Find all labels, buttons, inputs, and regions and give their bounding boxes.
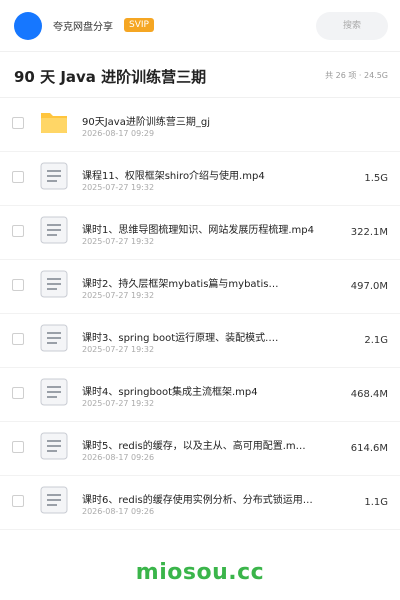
video-file-icon [40,378,68,406]
file-name: 课时3、spring boot运行原理、装配模式.… [82,333,279,344]
row-checkbox[interactable] [12,117,24,129]
row-checkbox[interactable] [12,333,24,345]
file-name: 课时5、redis的缓存，以及主从、高可用配置.m… [82,441,306,452]
file-size: 614.6M [350,443,388,454]
file-name: 课程11、权限框架shiro介绍与使用.mp4 [82,171,265,182]
file-date: 2026-08-17 09:26 [82,507,155,516]
search-button[interactable]: 搜索 [316,12,388,40]
file-date: 2026-08-17 09:29 [82,129,155,138]
file-size: 1.1G [364,497,388,508]
video-file-icon [40,432,68,460]
file-row[interactable]: 课时5、redis的缓存，以及主从、高可用配置.m… 2026-08-17 09… [0,422,400,476]
row-checkbox[interactable] [12,387,24,399]
video-file-icon [40,216,68,244]
file-name: 90天Java进阶训练营三期_gj [82,117,210,128]
row-checkbox[interactable] [12,279,24,291]
page-title: 90 天 Java 进阶训练营三期 [14,68,207,86]
file-row[interactable]: 课时2、持久层框架mybatis篇与mybatis… 2025-07-27 19… [0,260,400,314]
file-name: 课时6、redis的缓存使用实例分析、分布式锁运用… [82,495,313,506]
file-date: 2026-08-17 09:26 [82,453,155,462]
file-date: 2025-07-27 19:32 [82,183,155,192]
app-header: 夸克网盘分享 SVIP 搜索 [0,0,400,52]
file-size: 468.4M [350,389,388,400]
video-file-icon [40,486,68,514]
file-row[interactable]: 课时6、redis的缓存使用实例分析、分布式锁运用… 2026-08-17 09… [0,476,400,530]
row-checkbox[interactable] [12,495,24,507]
file-row[interactable]: 课时3、spring boot运行原理、装配模式.… 2025-07-27 19… [0,314,400,368]
brand-name: 夸克网盘分享 [53,22,113,33]
avatar[interactable] [14,12,42,40]
file-size: 2.1G [364,335,388,346]
file-date: 2025-07-27 19:32 [82,291,155,300]
file-size: 322.1M [350,227,388,238]
file-row[interactable]: 课时4、springboot集成主流框架.mp4 2025-07-27 19:3… [0,368,400,422]
video-file-icon [40,270,68,298]
folder-icon [41,113,67,133]
file-name: 课时4、springboot集成主流框架.mp4 [82,387,258,398]
file-date: 2025-07-27 19:32 [82,237,155,246]
file-date: 2025-07-27 19:32 [82,345,155,354]
row-checkbox[interactable] [12,171,24,183]
folder-title-bar: 90 天 Java 进阶训练营三期 共 26 项 · 24.5G [0,52,400,98]
watermark: miosou.cc [135,560,265,585]
file-size: 497.0M [350,281,388,292]
file-name: 课时1、思维导图梳理知识、网站发展历程梳理.mp4 [82,225,314,236]
video-file-icon [40,162,68,190]
file-row[interactable]: 课程11、权限框架shiro介绍与使用.mp4 2025-07-27 19:32… [0,152,400,206]
folder-summary: 共 26 项 · 24.5G [325,71,388,80]
row-checkbox[interactable] [12,441,24,453]
file-name: 课时2、持久层框架mybatis篇与mybatis… [82,279,279,290]
row-checkbox[interactable] [12,225,24,237]
file-list: 90天Java进阶训练营三期_gj 2026-08-17 09:29 课程11、… [0,98,400,530]
file-row[interactable]: 课时1、思维导图梳理知识、网站发展历程梳理.mp4 2025-07-27 19:… [0,206,400,260]
video-file-icon [40,324,68,352]
file-date: 2025-07-27 19:32 [82,399,155,408]
svip-badge: SVIP [124,18,154,32]
file-size: 1.5G [364,173,388,184]
file-row[interactable]: 90天Java进阶训练营三期_gj 2026-08-17 09:29 [0,98,400,152]
